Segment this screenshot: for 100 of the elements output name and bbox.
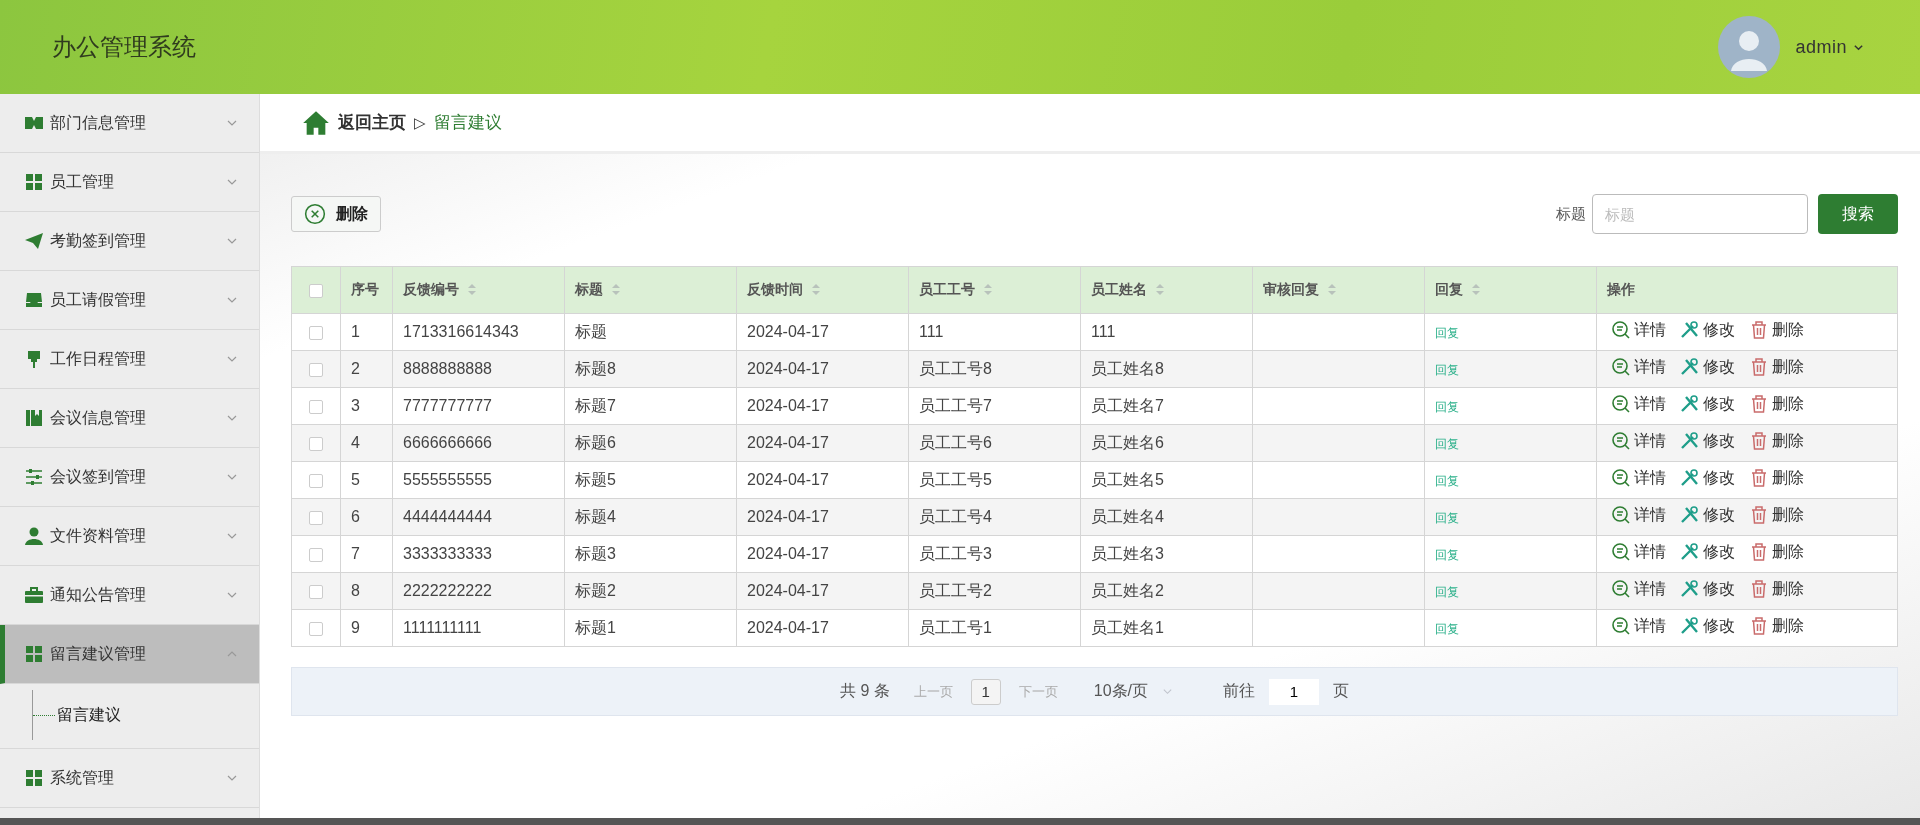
sidebar-item[interactable]: 员工管理 (0, 153, 259, 212)
sidebar-item[interactable]: 员工请假管理 (0, 271, 259, 330)
column-header[interactable]: 回复 (1424, 266, 1597, 314)
view-button[interactable]: 详情 (1611, 393, 1666, 415)
checkbox[interactable] (309, 621, 323, 636)
delete-button[interactable]: 删除 (1749, 393, 1804, 415)
table-cell: 标题6 (575, 433, 616, 451)
delete-button[interactable]: 删除 (291, 196, 381, 232)
column-header[interactable]: 反馈时间 (736, 266, 909, 314)
table-cell: 标题8 (575, 359, 616, 377)
delete-button[interactable]: 删除 (1749, 578, 1804, 600)
sidebar-item[interactable]: 会议签到管理 (0, 448, 259, 507)
breadcrumb-current: 留言建议 (433, 112, 502, 134)
checkbox[interactable] (309, 284, 323, 299)
sort-icon (1471, 283, 1481, 296)
edit-button[interactable]: 修改 (1680, 541, 1735, 563)
delete-button[interactable]: 删除 (1749, 319, 1804, 341)
caret-icon (1162, 686, 1173, 697)
delete-button[interactable]: 删除 (1749, 430, 1804, 452)
view-button[interactable]: 详情 (1611, 578, 1666, 600)
view-button[interactable]: 详情 (1611, 615, 1666, 637)
column-header[interactable]: 员工工号 (908, 266, 1081, 314)
edit-button[interactable]: 修改 (1680, 319, 1735, 341)
search-field[interactable]: 标题 (1592, 194, 1808, 234)
trash-icon (1749, 431, 1769, 452)
trash-icon (1749, 505, 1769, 526)
delete-button[interactable]: 删除 (1749, 467, 1804, 489)
trash-icon (1749, 616, 1769, 637)
table-cell: 员工工号2 (919, 581, 992, 599)
view-button[interactable]: 详情 (1611, 467, 1666, 489)
view-button[interactable]: 详情 (1611, 319, 1666, 341)
edit-button[interactable]: 修改 (1680, 430, 1735, 452)
table-cell: 标题2 (575, 581, 616, 599)
table-cell: 1111111111 (403, 619, 482, 636)
sidebar-item[interactable]: 考勤签到管理 (0, 212, 259, 271)
paper-plane-icon (24, 231, 44, 251)
column-header[interactable]: 员工姓名 (1080, 266, 1253, 314)
column-header[interactable]: 审核回复 (1252, 266, 1425, 314)
table-cell: 员工姓名1 (1091, 618, 1164, 636)
checkbox[interactable] (309, 584, 323, 599)
edit-button[interactable]: 修改 (1680, 467, 1735, 489)
checkbox[interactable] (309, 325, 323, 340)
submenu-item[interactable]: 留言建议 (57, 704, 121, 726)
sidebar-item[interactable]: 工作日程管理 (0, 330, 259, 389)
breadcrumb-separator: ▷ (414, 113, 426, 132)
page-input[interactable]: 1 (1269, 678, 1319, 705)
inbox-icon (24, 290, 44, 310)
table-cell: 2024-04-17 (747, 434, 829, 451)
sidebar-item[interactable]: 系统管理 (0, 749, 259, 808)
delete-button[interactable]: 删除 (1749, 504, 1804, 526)
sidebar-item[interactable]: 会议信息管理 (0, 389, 259, 448)
checkbox[interactable] (309, 510, 323, 525)
column-header[interactable]: 标题 (564, 266, 737, 314)
sidebar-item[interactable]: 文件资料管理 (0, 507, 259, 566)
magnifier-icon (1611, 320, 1631, 341)
table-cell: 标题3 (575, 544, 616, 562)
table-cell: 员工姓名3 (1091, 544, 1164, 562)
delete-button[interactable]: 删除 (1749, 356, 1804, 378)
table-cell: 2024-04-17 (747, 508, 829, 525)
edit-button[interactable]: 修改 (1680, 578, 1735, 600)
view-button[interactable]: 详情 (1611, 541, 1666, 563)
table-cell: 6666666666 (403, 434, 492, 451)
delete-button[interactable]: 删除 (1749, 615, 1804, 637)
table-cell: 员工姓名2 (1091, 581, 1164, 599)
checkbox[interactable] (309, 399, 323, 414)
checkbox[interactable] (309, 547, 323, 562)
column-header: 操作 (1596, 266, 1898, 314)
person-icon (24, 526, 44, 546)
sidebar-item[interactable]: 留言建议管理 (0, 625, 259, 684)
table-cell: 1 (351, 323, 360, 340)
avatar[interactable] (1717, 15, 1782, 79)
table-cell: 7 (351, 545, 360, 562)
checkbox[interactable] (309, 436, 323, 451)
edit-button[interactable]: 修改 (1680, 356, 1735, 378)
user-menu[interactable]: admin (1795, 36, 1864, 58)
search-button[interactable]: 搜索 (1818, 194, 1898, 234)
checkbox[interactable] (309, 473, 323, 488)
sort-icon (611, 283, 621, 296)
column-header[interactable]: 反馈编号 (392, 266, 565, 314)
edit-button[interactable]: 修改 (1680, 615, 1735, 637)
briefcase-icon (24, 585, 44, 605)
table-cell: 员工姓名5 (1091, 470, 1164, 488)
view-button[interactable]: 详情 (1611, 430, 1666, 452)
edit-button[interactable]: 修改 (1680, 504, 1735, 526)
home-link[interactable]: 返回主页 (338, 111, 406, 134)
page-number[interactable]: 1 (970, 678, 1001, 705)
table-cell: 3 (351, 397, 360, 414)
home-icon[interactable] (302, 109, 330, 136)
view-button[interactable]: 详情 (1611, 356, 1666, 378)
sort-icon (467, 283, 477, 296)
table-cell: 员工工号8 (919, 359, 992, 377)
page-size-select[interactable]: 10条/页 (1087, 680, 1179, 703)
view-button[interactable]: 详情 (1611, 504, 1666, 526)
sidebar-item[interactable]: 部门信息管理 (0, 94, 259, 153)
checkbox[interactable] (309, 362, 323, 377)
edit-button[interactable]: 修改 (1680, 393, 1735, 415)
trash-icon (1749, 357, 1769, 378)
table-cell: 标题5 (575, 470, 616, 488)
total-count: 共 9 条 (839, 681, 890, 701)
delete-button[interactable]: 删除 (1749, 541, 1804, 563)
